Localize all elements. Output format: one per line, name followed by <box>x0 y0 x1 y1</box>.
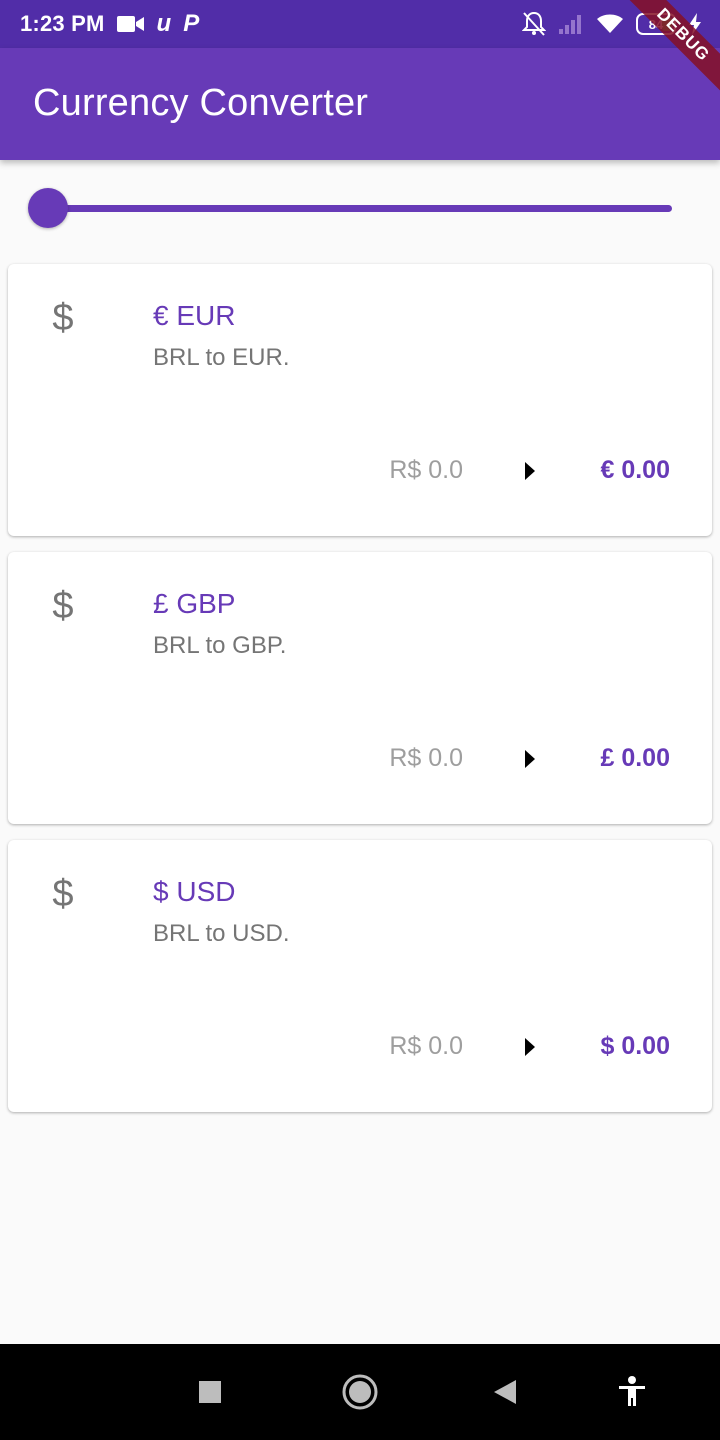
slider-thumb[interactable] <box>28 188 68 228</box>
wifi-icon <box>596 13 624 35</box>
card-title: € EUR <box>153 300 236 331</box>
arrow-right-icon <box>523 460 537 482</box>
card-title: £ GBP <box>153 588 236 619</box>
slider-track[interactable] <box>48 205 672 212</box>
signal-icon <box>558 13 584 35</box>
dollar-icon: $ <box>52 585 74 627</box>
video-camera-icon <box>116 14 145 34</box>
u-app-icon: u <box>156 10 172 37</box>
system-nav-bar <box>0 1344 720 1440</box>
currency-card-gbp[interactable]: $ £ GBP BRL to GBP. R$ 0.0 £ 0.00 <box>8 552 712 824</box>
from-value: R$ 0.0 <box>389 744 463 772</box>
to-value: £ 0.00 <box>600 744 670 772</box>
amount-slider[interactable] <box>28 188 672 228</box>
app-bar: Currency Converter <box>0 48 720 160</box>
home-circle-icon[interactable] <box>340 1372 380 1412</box>
p-app-icon: P <box>183 10 200 37</box>
card-subtitle: BRL to EUR. <box>153 344 290 371</box>
arrow-right-icon <box>523 748 537 770</box>
status-left-icons: u P <box>116 10 200 38</box>
dollar-icon: $ <box>52 297 74 339</box>
card-title: $ USD <box>153 876 236 907</box>
status-bar: 1:23 PM u P 84 <box>0 0 720 48</box>
to-value: $ 0.00 <box>600 1032 670 1060</box>
status-time: 1:23 PM <box>20 11 105 36</box>
accessibility-icon[interactable] <box>612 1372 652 1412</box>
currency-card-eur[interactable]: $ € EUR BRL to EUR. R$ 0.0 € 0.00 <box>8 264 712 536</box>
card-subtitle: BRL to GBP. <box>153 632 287 659</box>
currency-card-usd[interactable]: $ $ USD BRL to USD. R$ 0.0 $ 0.00 <box>8 840 712 1112</box>
back-triangle-icon[interactable] <box>485 1372 525 1412</box>
muted-bell-icon <box>522 11 546 37</box>
dollar-icon: $ <box>52 873 74 915</box>
recents-square-icon[interactable] <box>190 1372 230 1412</box>
from-value: R$ 0.0 <box>389 456 463 484</box>
arrow-right-icon <box>523 1036 537 1058</box>
to-value: € 0.00 <box>600 456 670 484</box>
card-subtitle: BRL to USD. <box>153 920 290 947</box>
page-title: Currency Converter <box>33 81 369 124</box>
from-value: R$ 0.0 <box>389 1032 463 1060</box>
